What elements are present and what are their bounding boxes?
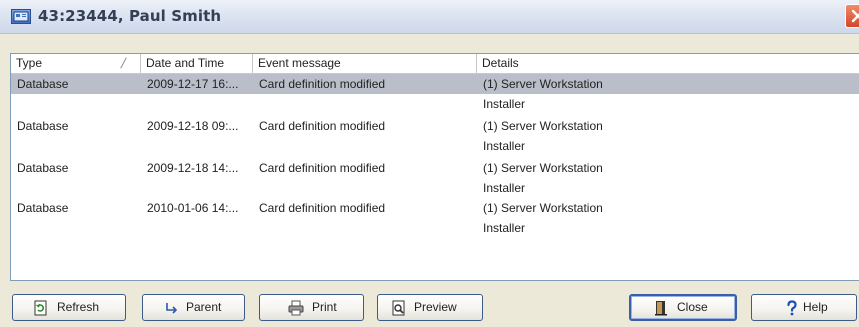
close-button[interactable]: Close	[629, 294, 737, 321]
cell-type: Database	[17, 77, 69, 91]
table-row[interactable]: Database 2009-12-18 14:... Card definiti…	[11, 158, 859, 178]
app-window-icon	[11, 9, 31, 24]
printer-icon	[288, 300, 304, 316]
question-mark-icon	[787, 300, 797, 316]
help-button[interactable]: Help	[751, 294, 857, 321]
close-icon	[851, 9, 859, 23]
cell-datetime: 2010-01-06 14:...	[147, 201, 239, 215]
cell-details-operator: Installer	[483, 181, 526, 195]
cell-message: Card definition modified	[259, 77, 386, 91]
event-log-window: 43:23444, Paul Smith Type Date and Time …	[0, 0, 859, 327]
title-bar[interactable]: 43:23444, Paul Smith	[0, 0, 859, 34]
column-header-type[interactable]: Type	[11, 54, 141, 73]
window-title: 43:23444, Paul Smith	[38, 7, 222, 25]
cell-message: Card definition modified	[259, 161, 386, 175]
print-button[interactable]: Print	[259, 294, 364, 321]
table-row[interactable]: Database 2010-01-06 14:... Card definiti…	[11, 198, 859, 218]
window-close-button[interactable]	[845, 4, 859, 28]
preview-button[interactable]: Preview	[377, 294, 483, 321]
column-header-details[interactable]: Details	[477, 54, 859, 73]
cell-message: Card definition modified	[259, 201, 386, 215]
door-exit-icon	[655, 301, 667, 316]
column-divider-icon	[120, 57, 127, 69]
cell-details-operator: Installer	[483, 221, 526, 235]
cell-details-operator: Installer	[483, 97, 526, 111]
refresh-button[interactable]: Refresh	[12, 294, 126, 321]
cell-datetime: 2009-12-18 09:...	[147, 119, 239, 133]
cell-message: Card definition modified	[259, 119, 386, 133]
cell-type: Database	[17, 161, 69, 175]
table-row[interactable]: Database 2009-12-17 16:... Card definiti…	[11, 74, 859, 94]
cell-details: (1) Server Workstation	[483, 161, 603, 175]
event-list[interactable]: Type Date and Time Event message Details…	[10, 53, 859, 281]
refresh-icon	[34, 300, 47, 316]
cell-details: (1) Server Workstation	[483, 77, 603, 91]
column-header-message[interactable]: Event message	[253, 54, 477, 73]
table-row[interactable]: Database 2009-12-18 09:... Card definiti…	[11, 116, 859, 136]
cell-type: Database	[17, 119, 69, 133]
cell-datetime: 2009-12-17 16:...	[147, 77, 239, 91]
parent-button[interactable]: Parent	[142, 294, 245, 321]
cell-details: (1) Server Workstation	[483, 119, 603, 133]
cell-details-operator: Installer	[483, 139, 526, 153]
magnifier-preview-icon	[392, 300, 405, 316]
cell-type: Database	[17, 201, 69, 215]
list-header: Type Date and Time Event message Details	[11, 54, 859, 74]
cell-datetime: 2009-12-18 14:...	[147, 161, 239, 175]
cell-details: (1) Server Workstation	[483, 201, 603, 215]
column-header-date[interactable]: Date and Time	[141, 54, 253, 73]
parent-arrow-icon	[166, 303, 178, 314]
